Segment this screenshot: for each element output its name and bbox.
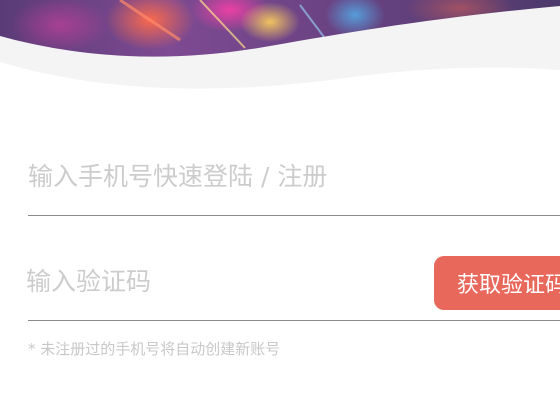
phone-input[interactable] xyxy=(28,148,560,204)
phone-field xyxy=(28,148,560,216)
login-screen: 获取验证码 * 未注册过的手机号将自动创建新账号 xyxy=(0,0,560,420)
hero-banner xyxy=(0,0,560,100)
get-code-button[interactable]: 获取验证码 xyxy=(434,256,560,310)
code-divider xyxy=(28,320,560,321)
hero-banner-image xyxy=(0,0,560,100)
verification-code-input[interactable] xyxy=(26,253,416,309)
phone-divider xyxy=(28,215,560,216)
auto-register-hint: * 未注册过的手机号将自动创建新账号 xyxy=(28,340,281,358)
code-field: 获取验证码 xyxy=(26,253,560,321)
